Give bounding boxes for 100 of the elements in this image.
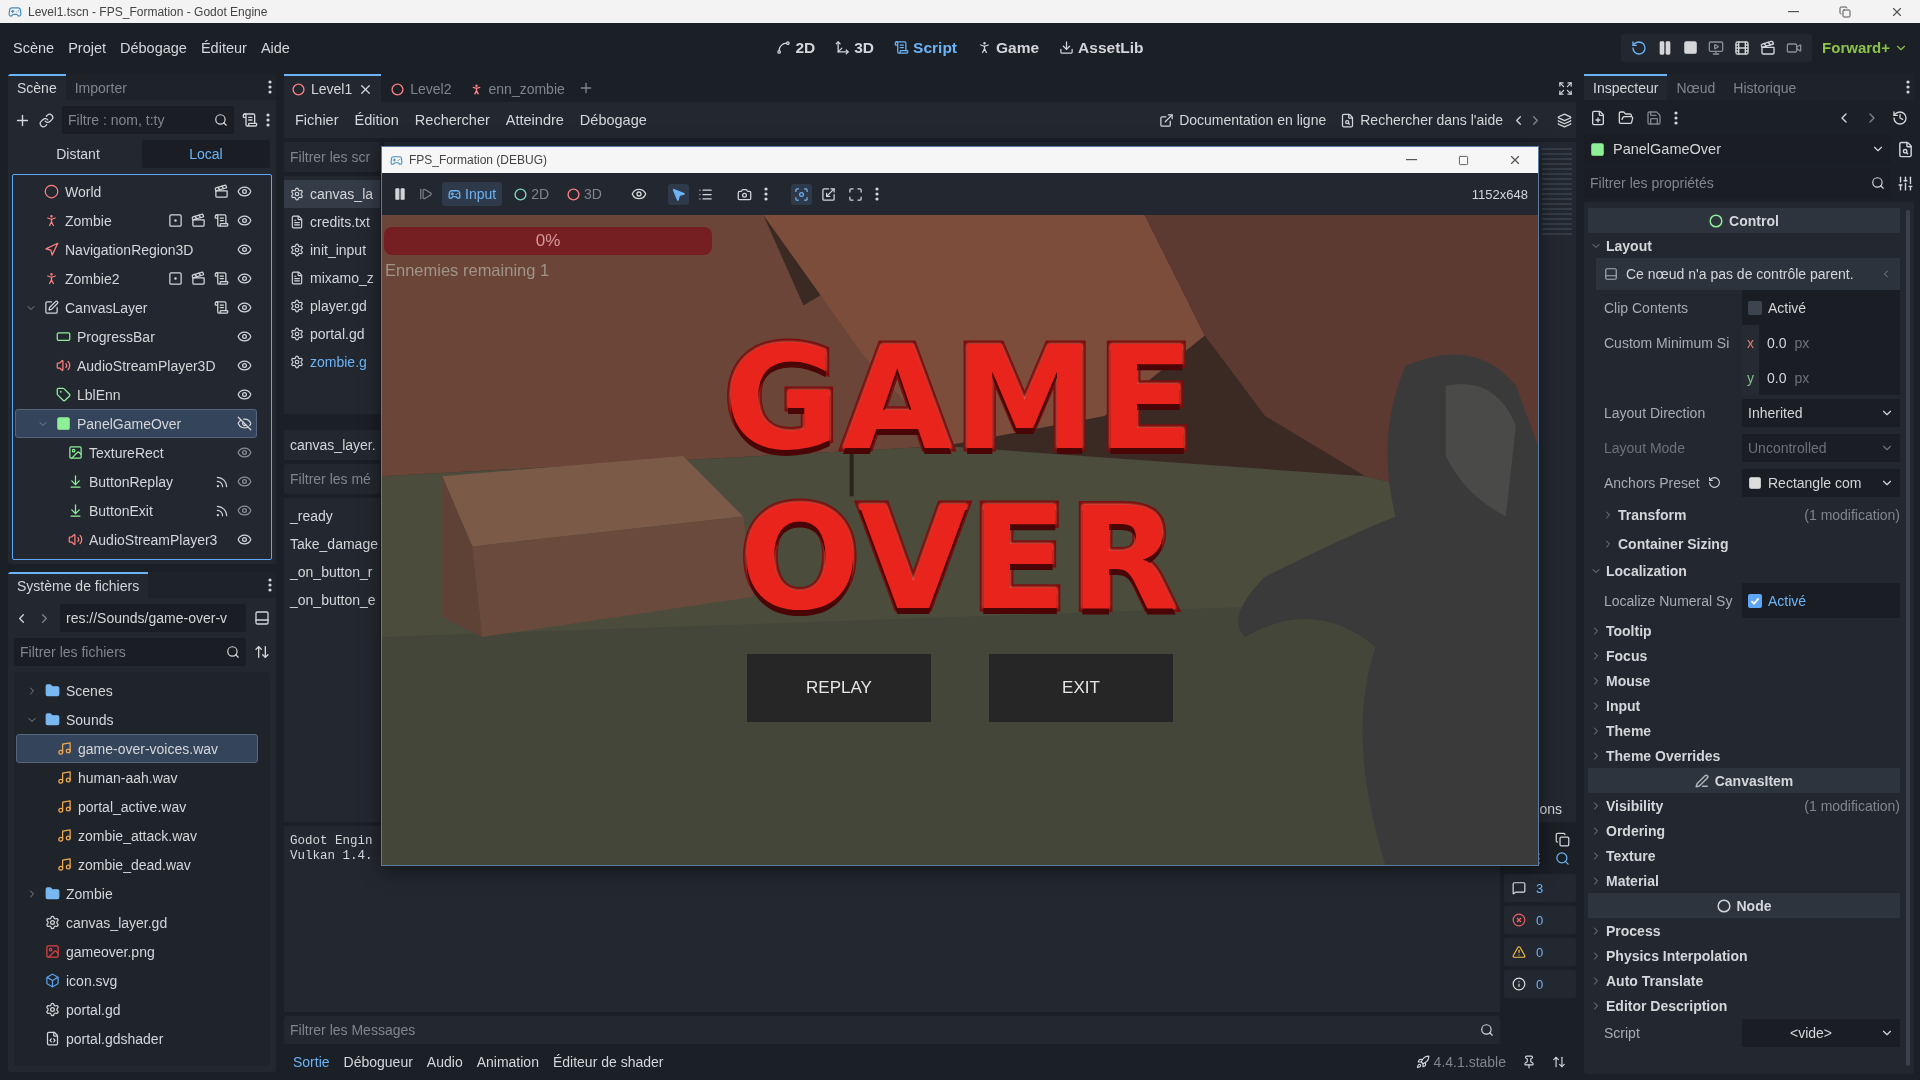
tree-item[interactable]: LblEnn [15,380,257,409]
visibility-icon[interactable] [237,300,252,315]
property-section[interactable]: Mouse [1588,668,1900,693]
script-item[interactable]: credits.txt [284,208,380,236]
property-section[interactable]: Editor Description [1588,993,1900,1018]
dock-tab[interactable]: Importer [65,74,136,100]
dock-tab[interactable]: Système de fichiers [8,572,149,598]
property-section[interactable]: Layout [1588,233,1900,258]
select-tool-button[interactable] [667,183,689,205]
visibility-icon[interactable] [237,503,252,518]
save-icon[interactable] [1646,110,1662,126]
workspace-tab[interactable]: 3D [827,34,883,61]
workspace-tab[interactable]: Script [886,34,965,61]
file-item[interactable]: portal_active.wav [16,792,258,821]
filter-field[interactable]: Filtrer les propriétés [1590,175,1867,191]
node-selector[interactable]: PanelGameOver [1584,134,1891,164]
filter-field[interactable]: Filtrer les mé [290,471,374,487]
tree-item[interactable]: Zombie [15,206,257,235]
path-field[interactable]: res://Sounds/game-over-v [60,604,246,632]
property-section[interactable]: Input [1588,693,1900,718]
filter-field[interactable]: Filtrer les fichiers [20,644,222,660]
dock-tab[interactable]: Inspecteur [1584,74,1668,100]
pin-icon[interactable] [1522,1055,1536,1069]
tree-item[interactable]: ProgressBar [15,322,257,351]
dock-tab[interactable]: Scène [8,74,66,100]
file-item[interactable]: gameover.png [16,937,258,966]
property-section[interactable]: Auto Translate [1588,968,1900,993]
property-section[interactable]: Visibility (1 modification) [1588,793,1900,818]
dock-tab[interactable]: Nœud [1667,74,1725,100]
tree-item[interactable]: ButtonExit [15,496,257,525]
scene-icon[interactable] [214,184,229,199]
mode-button[interactable]: Input [442,182,503,206]
visibility-icon[interactable] [237,184,252,199]
message-count[interactable]: 0 [1504,938,1576,966]
visibility-icon[interactable] [237,358,252,373]
visibility-icon[interactable] [237,387,252,402]
script-item[interactable]: zombie.g [284,348,380,376]
filter-box[interactable]: Filtrer les propriétés [1584,168,1891,198]
more-icon[interactable] [266,113,270,127]
checkbox[interactable] [1748,300,1762,315]
workspace-tab[interactable]: AssetLib [1051,34,1152,61]
layout-icon[interactable] [254,610,270,626]
menu-item[interactable]: Atteindre [498,108,571,132]
visibility-icon[interactable] [237,532,252,547]
sort-icon[interactable] [254,644,270,660]
file-item[interactable]: zombie_dead.wav [16,850,258,879]
scene-tab[interactable]: Level2 [383,74,460,102]
more-icon[interactable] [268,80,272,94]
history-icon[interactable] [1892,110,1908,126]
message-count[interactable]: 0 [1504,970,1576,998]
new-resource-icon[interactable] [1590,110,1606,126]
property-section[interactable]: Localization [1588,558,1900,583]
toggle-panel-icon[interactable] [1557,112,1572,128]
property-section[interactable]: Physics Interpolation [1588,943,1900,968]
property-section[interactable]: Texture [1588,843,1900,868]
script-icon[interactable] [214,300,229,315]
signal-icon[interactable] [215,503,229,518]
file-item[interactable]: canvas_layer.gd [16,908,258,937]
tree-item[interactable]: CanvasLayer [15,293,257,322]
file-item[interactable]: zombie_attack.wav [16,821,258,850]
tree-item[interactable]: TextureRect [15,438,257,467]
filter-box[interactable]: Filtrer les Messages [284,1016,1500,1044]
dropdown[interactable]: Rectangle com [1742,468,1900,497]
group-icon[interactable] [168,271,183,286]
visibility-icon[interactable] [237,329,252,344]
filter-field[interactable]: Filtrer les Messages [290,1022,1476,1038]
tree-item[interactable]: PanelGameOver [15,409,257,438]
filter-box[interactable]: Filtrer les fichiers [14,638,246,666]
visibility-icon[interactable] [237,213,252,228]
workspace-tab[interactable]: 2D [768,34,824,61]
script-icon[interactable] [214,271,229,286]
filter-field[interactable]: Filtre : nom, t:ty [68,112,210,128]
message-count[interactable]: 3 [1504,874,1576,902]
filter-box[interactable]: Filtrer les scr [284,142,380,172]
mode-button[interactable]: 2D [508,182,556,206]
workspace-tab[interactable]: Game [969,34,1048,61]
help-link[interactable]: Documentation en ligne [1153,108,1333,132]
script-item[interactable]: canvas_la [284,180,380,208]
bottom-tab[interactable]: Sortie [288,1050,335,1074]
menu-item[interactable]: Projet [61,35,113,60]
menu-item[interactable]: Édition [347,108,406,132]
scene-icon[interactable] [191,213,206,228]
resource-field[interactable]: <vide> [1742,1019,1900,1047]
mode-button[interactable]: 3D [561,182,608,206]
signal-icon[interactable] [215,474,229,489]
message-count[interactable]: 0 [1504,906,1576,934]
file-item[interactable]: Scenes [16,676,258,705]
file-item[interactable]: portal.gdshader [16,1024,258,1053]
menu-item[interactable]: Fichier [288,108,346,132]
tree-item[interactable]: Zombie2 [15,264,257,293]
property-section[interactable]: Process [1588,918,1900,943]
tree-item[interactable]: NavigationRegion3D [15,235,257,264]
open-icon[interactable] [1618,110,1634,126]
menu-item[interactable]: Aide [253,35,297,60]
tree-item[interactable]: AudioStreamPlayer3D [15,351,257,380]
help-link[interactable]: Rechercher dans l'aide [1334,108,1509,132]
scene-tab[interactable]: Level1 [284,74,382,102]
visibility-icon[interactable] [237,445,252,460]
property-section[interactable]: Transform (1 modification) [1588,500,1900,529]
script-item[interactable]: portal.gd [284,320,380,348]
